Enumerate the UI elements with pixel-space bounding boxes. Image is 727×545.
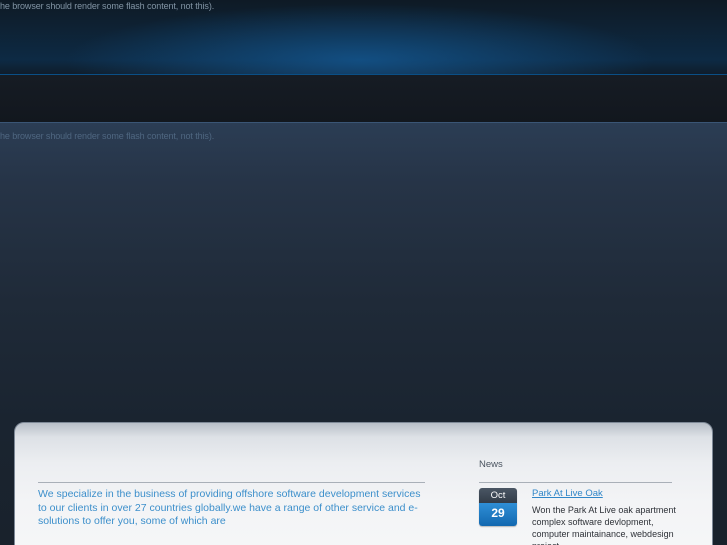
flash-fallback-message-top: he browser should render some flash cont…	[0, 1, 215, 11]
news-item-title-link[interactable]: Park At Live Oak	[532, 488, 603, 499]
news-date-day: 29	[479, 503, 517, 526]
flash-banner-top	[0, 0, 727, 122]
flash-fallback-message-middle: he browser should render some flash cont…	[0, 131, 215, 141]
page: he browser should render some flash cont…	[0, 0, 727, 545]
news-heading: News	[479, 459, 503, 470]
banner-strip	[0, 74, 727, 122]
news-date-badge: Oct 29	[479, 488, 517, 526]
intro-divider	[38, 482, 425, 483]
news-date-month: Oct	[479, 488, 517, 503]
news-item-body: Won the Park At Live oak apartment compl…	[532, 505, 676, 545]
intro-text: We specialize in the business of providi…	[38, 488, 421, 527]
news-divider	[479, 482, 672, 483]
